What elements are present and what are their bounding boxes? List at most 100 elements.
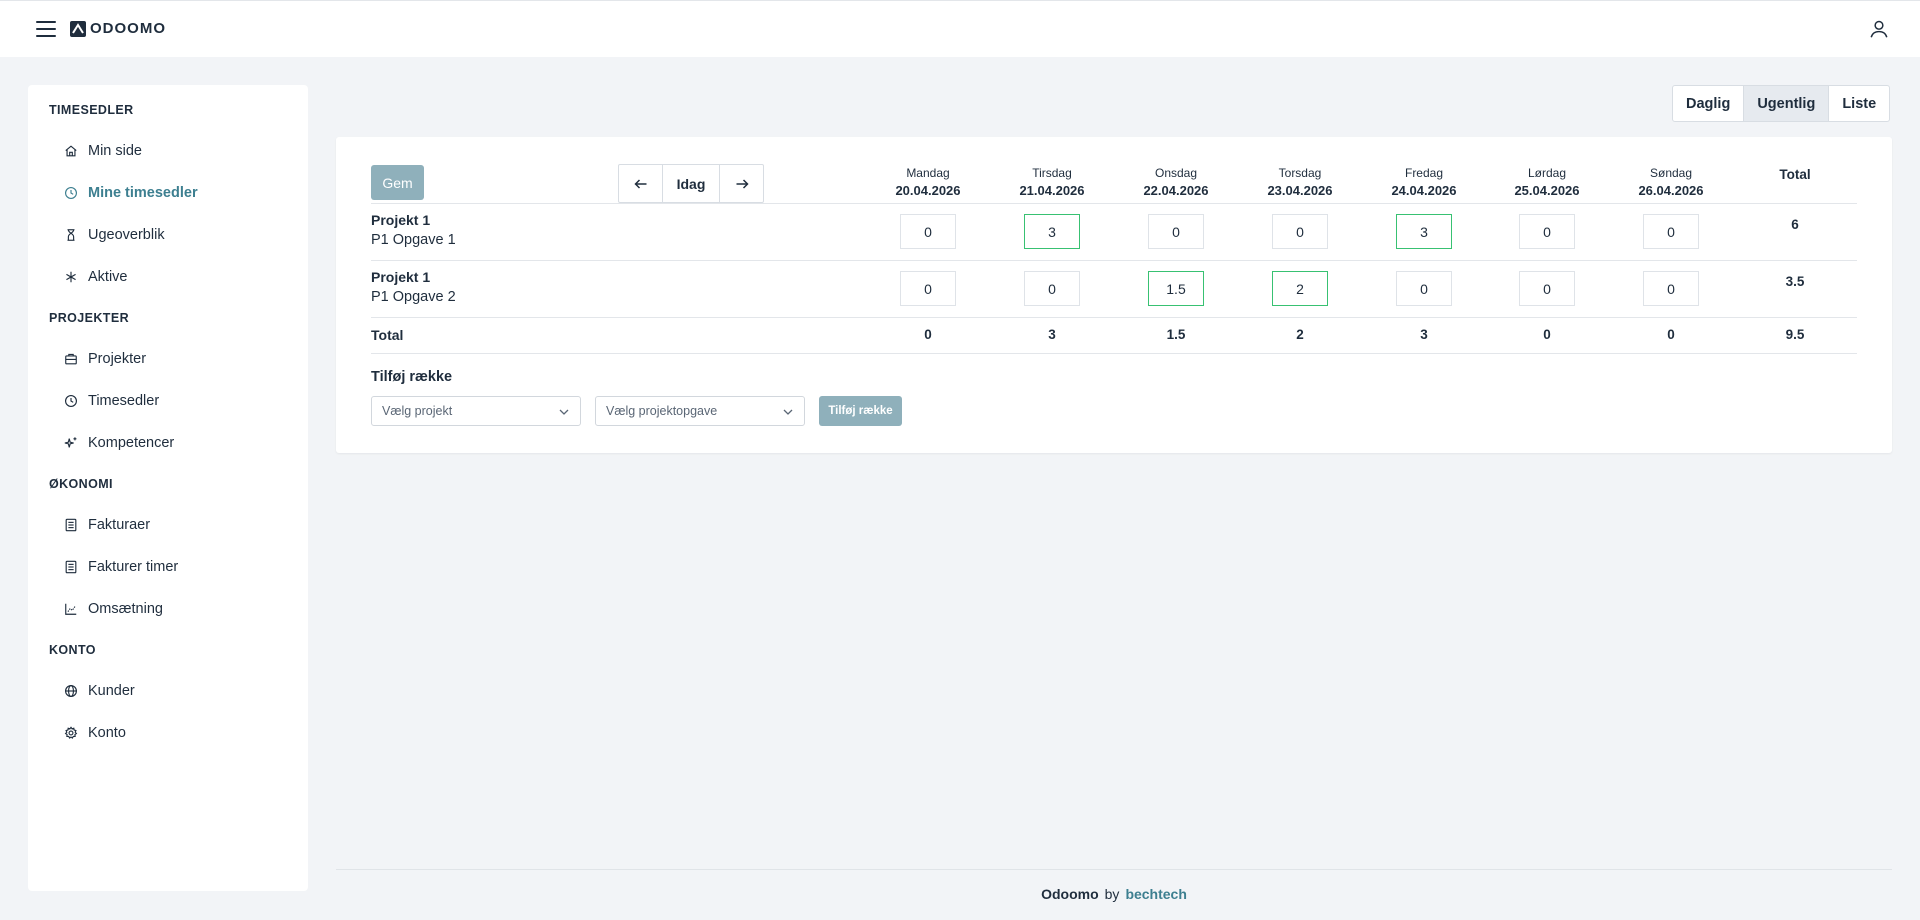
day-header: Lørdag 25.04.2026 xyxy=(1497,165,1597,201)
grand-total: 9.5 xyxy=(1785,327,1805,342)
day-name: Torsdag xyxy=(1278,166,1322,180)
sidebar-item-kompetencer[interactable]: Kompetencer xyxy=(64,431,174,455)
day-total: 0 xyxy=(924,327,932,342)
sidebar-item-label: Kunder xyxy=(88,683,135,699)
sidebar-item-label: Omsætning xyxy=(88,601,163,617)
home-icon xyxy=(65,145,77,157)
row-project: Projekt 1 xyxy=(371,212,431,228)
sidebar-item-mine-timesedler[interactable]: Mine timesedler xyxy=(64,181,198,205)
previous-week-button[interactable] xyxy=(619,165,662,202)
clock-icon xyxy=(65,395,77,407)
sidebar-item-label: Projekter xyxy=(88,351,147,367)
row-label: Projekt 1 P1 Opgave 1 xyxy=(371,210,456,251)
app-logo[interactable]: ODOOMO xyxy=(70,20,166,37)
sidebar-item-omsaetning[interactable]: Omsætning xyxy=(64,597,163,621)
hours-input[interactable]: 0 xyxy=(1519,214,1575,249)
sidebar-item-min-side[interactable]: Min side xyxy=(64,139,142,163)
hours-input[interactable]: 0 xyxy=(1148,214,1204,249)
day-header: Torsdag 23.04.2026 xyxy=(1250,165,1350,201)
timesheet-card: Gem Idag Mandag 20.04.2026 Tirsdag 21.04.2… xyxy=(336,137,1892,453)
hours-input[interactable]: 0 xyxy=(1396,271,1452,306)
hours-input[interactable]: 2 xyxy=(1272,271,1328,306)
sidebar-item-konto[interactable]: Konto xyxy=(64,721,126,745)
totals-label: Total xyxy=(371,327,404,343)
day-header: Mandag 20.04.2026 xyxy=(878,165,978,201)
footer-by: by xyxy=(1104,886,1120,902)
user-icon[interactable] xyxy=(1868,18,1890,40)
sidebar-item-label: Timesedler xyxy=(88,393,160,409)
sidebar-section-projekter: PROJEKTER xyxy=(49,311,130,325)
sidebar-item-fakturer-timer[interactable]: Fakturer timer xyxy=(64,555,178,579)
day-date: 20.04.2026 xyxy=(895,183,961,198)
hours-input[interactable]: 0 xyxy=(900,214,956,249)
arrow-right-icon xyxy=(736,178,749,189)
task-select[interactable]: Vælg projektopgave xyxy=(595,396,805,426)
task-select-placeholder: Vælg projektopgave xyxy=(606,404,718,418)
day-date: 23.04.2026 xyxy=(1267,183,1333,198)
row-task: P1 Opgave 1 xyxy=(371,232,456,248)
sidebar-item-kunder[interactable]: Kunder xyxy=(64,679,135,703)
row-total: 3.5 xyxy=(1785,274,1805,289)
save-button[interactable]: Gem xyxy=(371,165,424,200)
clock-icon xyxy=(65,187,77,199)
total-header: Total xyxy=(1779,167,1811,182)
divider xyxy=(371,317,1857,318)
sidebar-section-okonomi: ØKONOMI xyxy=(49,477,113,491)
gear-icon xyxy=(64,726,78,739)
day-header: Søndag 26.04.2026 xyxy=(1621,165,1721,201)
day-name: Mandag xyxy=(906,166,950,180)
day-date: 21.04.2026 xyxy=(1019,183,1085,198)
sidebar-item-label: Kompetencer xyxy=(88,435,175,451)
hours-input[interactable]: 3 xyxy=(1024,214,1080,249)
project-select[interactable]: Vælg projekt xyxy=(371,396,581,426)
day-total: 3 xyxy=(1048,327,1056,342)
sidebar-item-fakturaer[interactable]: Fakturaer xyxy=(64,513,150,537)
day-header: Tirsdag 21.04.2026 xyxy=(1002,165,1102,201)
row-label: Projekt 1 P1 Opgave 2 xyxy=(371,267,456,308)
day-total: 1.5 xyxy=(1166,327,1186,342)
hours-input[interactable]: 0 xyxy=(1519,271,1575,306)
hamburger-menu-icon[interactable] xyxy=(36,21,56,37)
hours-input[interactable]: 1.5 xyxy=(1148,271,1204,306)
sidebar-item-label: Konto xyxy=(88,725,126,741)
sidebar-item-label: Mine timesedler xyxy=(88,185,198,201)
sidebar-item-aktive[interactable]: Aktive xyxy=(64,265,128,289)
view-weekly-button[interactable]: Ugentlig xyxy=(1744,86,1830,121)
view-daily-button[interactable]: Daglig xyxy=(1673,86,1745,121)
chevron-down-icon xyxy=(559,409,569,415)
divider xyxy=(371,260,1857,261)
day-date: 22.04.2026 xyxy=(1143,183,1209,198)
logo-mark-icon xyxy=(70,20,86,37)
footer-divider xyxy=(336,869,1892,870)
hours-input[interactable]: 3 xyxy=(1396,214,1452,249)
sidebar-item-ugeoverblik[interactable]: Ugeoverblik xyxy=(64,223,165,247)
day-total: 3 xyxy=(1420,327,1428,342)
day-name: Søndag xyxy=(1649,166,1693,180)
hours-input[interactable]: 0 xyxy=(1643,214,1699,249)
app-name: ODOOMO xyxy=(90,20,166,37)
sidebar-section-konto: KONTO xyxy=(49,643,96,657)
sidebar-item-projekter[interactable]: Projekter xyxy=(64,347,146,371)
day-name: Tirsdag xyxy=(1032,166,1072,180)
footer-company-link[interactable]: bechtech xyxy=(1125,886,1186,902)
hours-input[interactable]: 0 xyxy=(900,271,956,306)
day-name: Onsdag xyxy=(1154,166,1198,180)
today-button[interactable]: Idag xyxy=(662,165,720,202)
day-name: Fredag xyxy=(1404,166,1444,180)
chevron-down-icon xyxy=(783,409,793,415)
sparkles-icon xyxy=(64,437,77,448)
view-list-button[interactable]: Liste xyxy=(1829,86,1889,121)
row-project: Projekt 1 xyxy=(371,269,431,285)
hours-input[interactable]: 0 xyxy=(1024,271,1080,306)
day-date: 26.04.2026 xyxy=(1638,183,1704,198)
add-row-button[interactable]: Tilføj række xyxy=(819,396,902,426)
footer-brand: Odoomo xyxy=(1041,886,1099,902)
sidebar: TIMESEDLER Min side Mine timesedler Ugeo… xyxy=(28,85,308,891)
hours-input[interactable]: 0 xyxy=(1643,271,1699,306)
asterisk-icon xyxy=(66,271,76,283)
hours-input[interactable]: 0 xyxy=(1272,214,1328,249)
sidebar-item-timesedler[interactable]: Timesedler xyxy=(64,389,159,413)
day-header: Onsdag 22.04.2026 xyxy=(1126,165,1226,201)
next-week-button[interactable] xyxy=(720,165,763,202)
day-date: 24.04.2026 xyxy=(1391,183,1457,198)
